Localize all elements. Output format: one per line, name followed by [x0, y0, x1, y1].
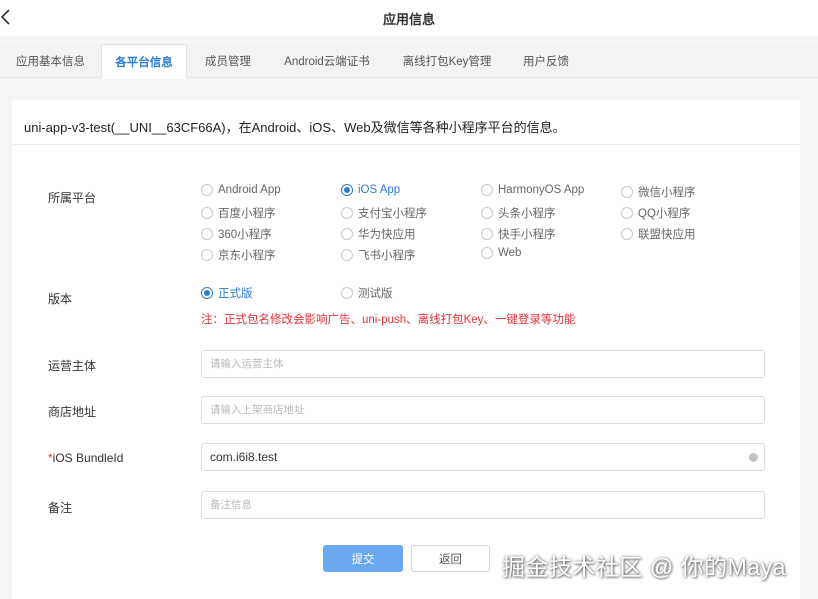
top-bar: 应用信息	[0, 0, 818, 36]
platform-description: uni-app-v3-test(__UNI__63CF66A)，在Android…	[24, 120, 566, 135]
radio-kuaishou-miniprogram[interactable]: 快手小程序	[481, 226, 556, 242]
radio-dot	[341, 184, 353, 196]
bundle-id-input[interactable]	[201, 443, 765, 471]
radio-dot	[201, 184, 213, 196]
tab-android-certificate[interactable]: Android云端证书	[269, 44, 385, 78]
operator-label: 运营主体	[48, 359, 97, 373]
clear-icon[interactable]	[749, 453, 758, 462]
remark-input[interactable]	[201, 491, 765, 519]
radio-dot	[481, 184, 493, 196]
radio-dot	[201, 287, 213, 299]
back-arrow-icon[interactable]	[0, 6, 14, 28]
radio-alliance-quickapp[interactable]: 联盟快应用	[621, 226, 696, 242]
radio-release-version[interactable]: 正式版	[201, 285, 253, 301]
radio-dot	[621, 228, 633, 240]
page-title: 应用信息	[382, 11, 435, 27]
tab-app-basic-info[interactable]: 应用基本信息	[0, 44, 101, 78]
remark-label: 备注	[48, 501, 73, 515]
radio-qq-miniprogram[interactable]: QQ小程序	[621, 205, 690, 221]
radio-dot	[621, 207, 633, 219]
tab-member-management[interactable]: 成员管理	[187, 44, 269, 78]
radio-dot	[481, 228, 493, 240]
radio-dot	[481, 207, 493, 219]
radio-dot	[201, 207, 213, 219]
store-url-input[interactable]	[201, 396, 765, 424]
radio-alipay-miniprogram[interactable]: 支付宝小程序	[341, 205, 427, 221]
store-url-label: 商店地址	[48, 405, 97, 419]
radio-dot	[341, 287, 353, 299]
radio-toutiao-miniprogram[interactable]: 头条小程序	[481, 205, 556, 221]
radio-360-miniprogram[interactable]: 360小程序	[201, 226, 272, 242]
tab-user-feedback[interactable]: 用户反馈	[509, 44, 583, 78]
version-label: 版本	[48, 292, 73, 306]
radio-ios-app[interactable]: iOS App	[341, 184, 400, 196]
radio-dot	[341, 207, 353, 219]
tab-platform-info[interactable]: 各平台信息	[101, 44, 187, 79]
radio-test-version[interactable]: 测试版	[341, 285, 393, 301]
radio-dot	[621, 186, 633, 198]
platform-label: 所属平台	[48, 191, 97, 205]
radio-feishu-miniprogram[interactable]: 飞书小程序	[341, 247, 416, 263]
divider	[12, 144, 800, 145]
tab-bar: 应用基本信息 各平台信息 成员管理 Android云端证书 离线打包Key管理 …	[0, 44, 818, 79]
radio-web[interactable]: Web	[481, 247, 521, 259]
package-name-warning: 注：正式包名修改会影响广告、uni-push、离线打包Key、一键登录等功能	[201, 314, 576, 326]
radio-harmonyos-app[interactable]: HarmonyOS App	[481, 184, 584, 196]
bundle-id-label: *iOS BundleId	[48, 451, 124, 465]
back-button[interactable]: 返回	[411, 545, 490, 572]
radio-baidu-miniprogram[interactable]: 百度小程序	[201, 205, 276, 221]
operator-input[interactable]	[201, 350, 765, 378]
watermark: 掘金技术社区 @ 你的Maya	[502, 554, 786, 580]
tab-offline-key-management[interactable]: 离线打包Key管理	[385, 44, 509, 78]
radio-dot	[341, 249, 353, 261]
radio-wechat-miniprogram[interactable]: 微信小程序	[621, 184, 696, 200]
radio-jd-miniprogram[interactable]: 京东小程序	[201, 247, 276, 263]
radio-dot	[481, 247, 493, 259]
submit-button[interactable]: 提交	[323, 545, 403, 572]
radio-android-app[interactable]: Android App	[201, 184, 281, 196]
radio-dot	[341, 228, 353, 240]
radio-dot	[201, 249, 213, 261]
radio-dot	[201, 228, 213, 240]
radio-huawei-quickapp[interactable]: 华为快应用	[341, 226, 416, 242]
